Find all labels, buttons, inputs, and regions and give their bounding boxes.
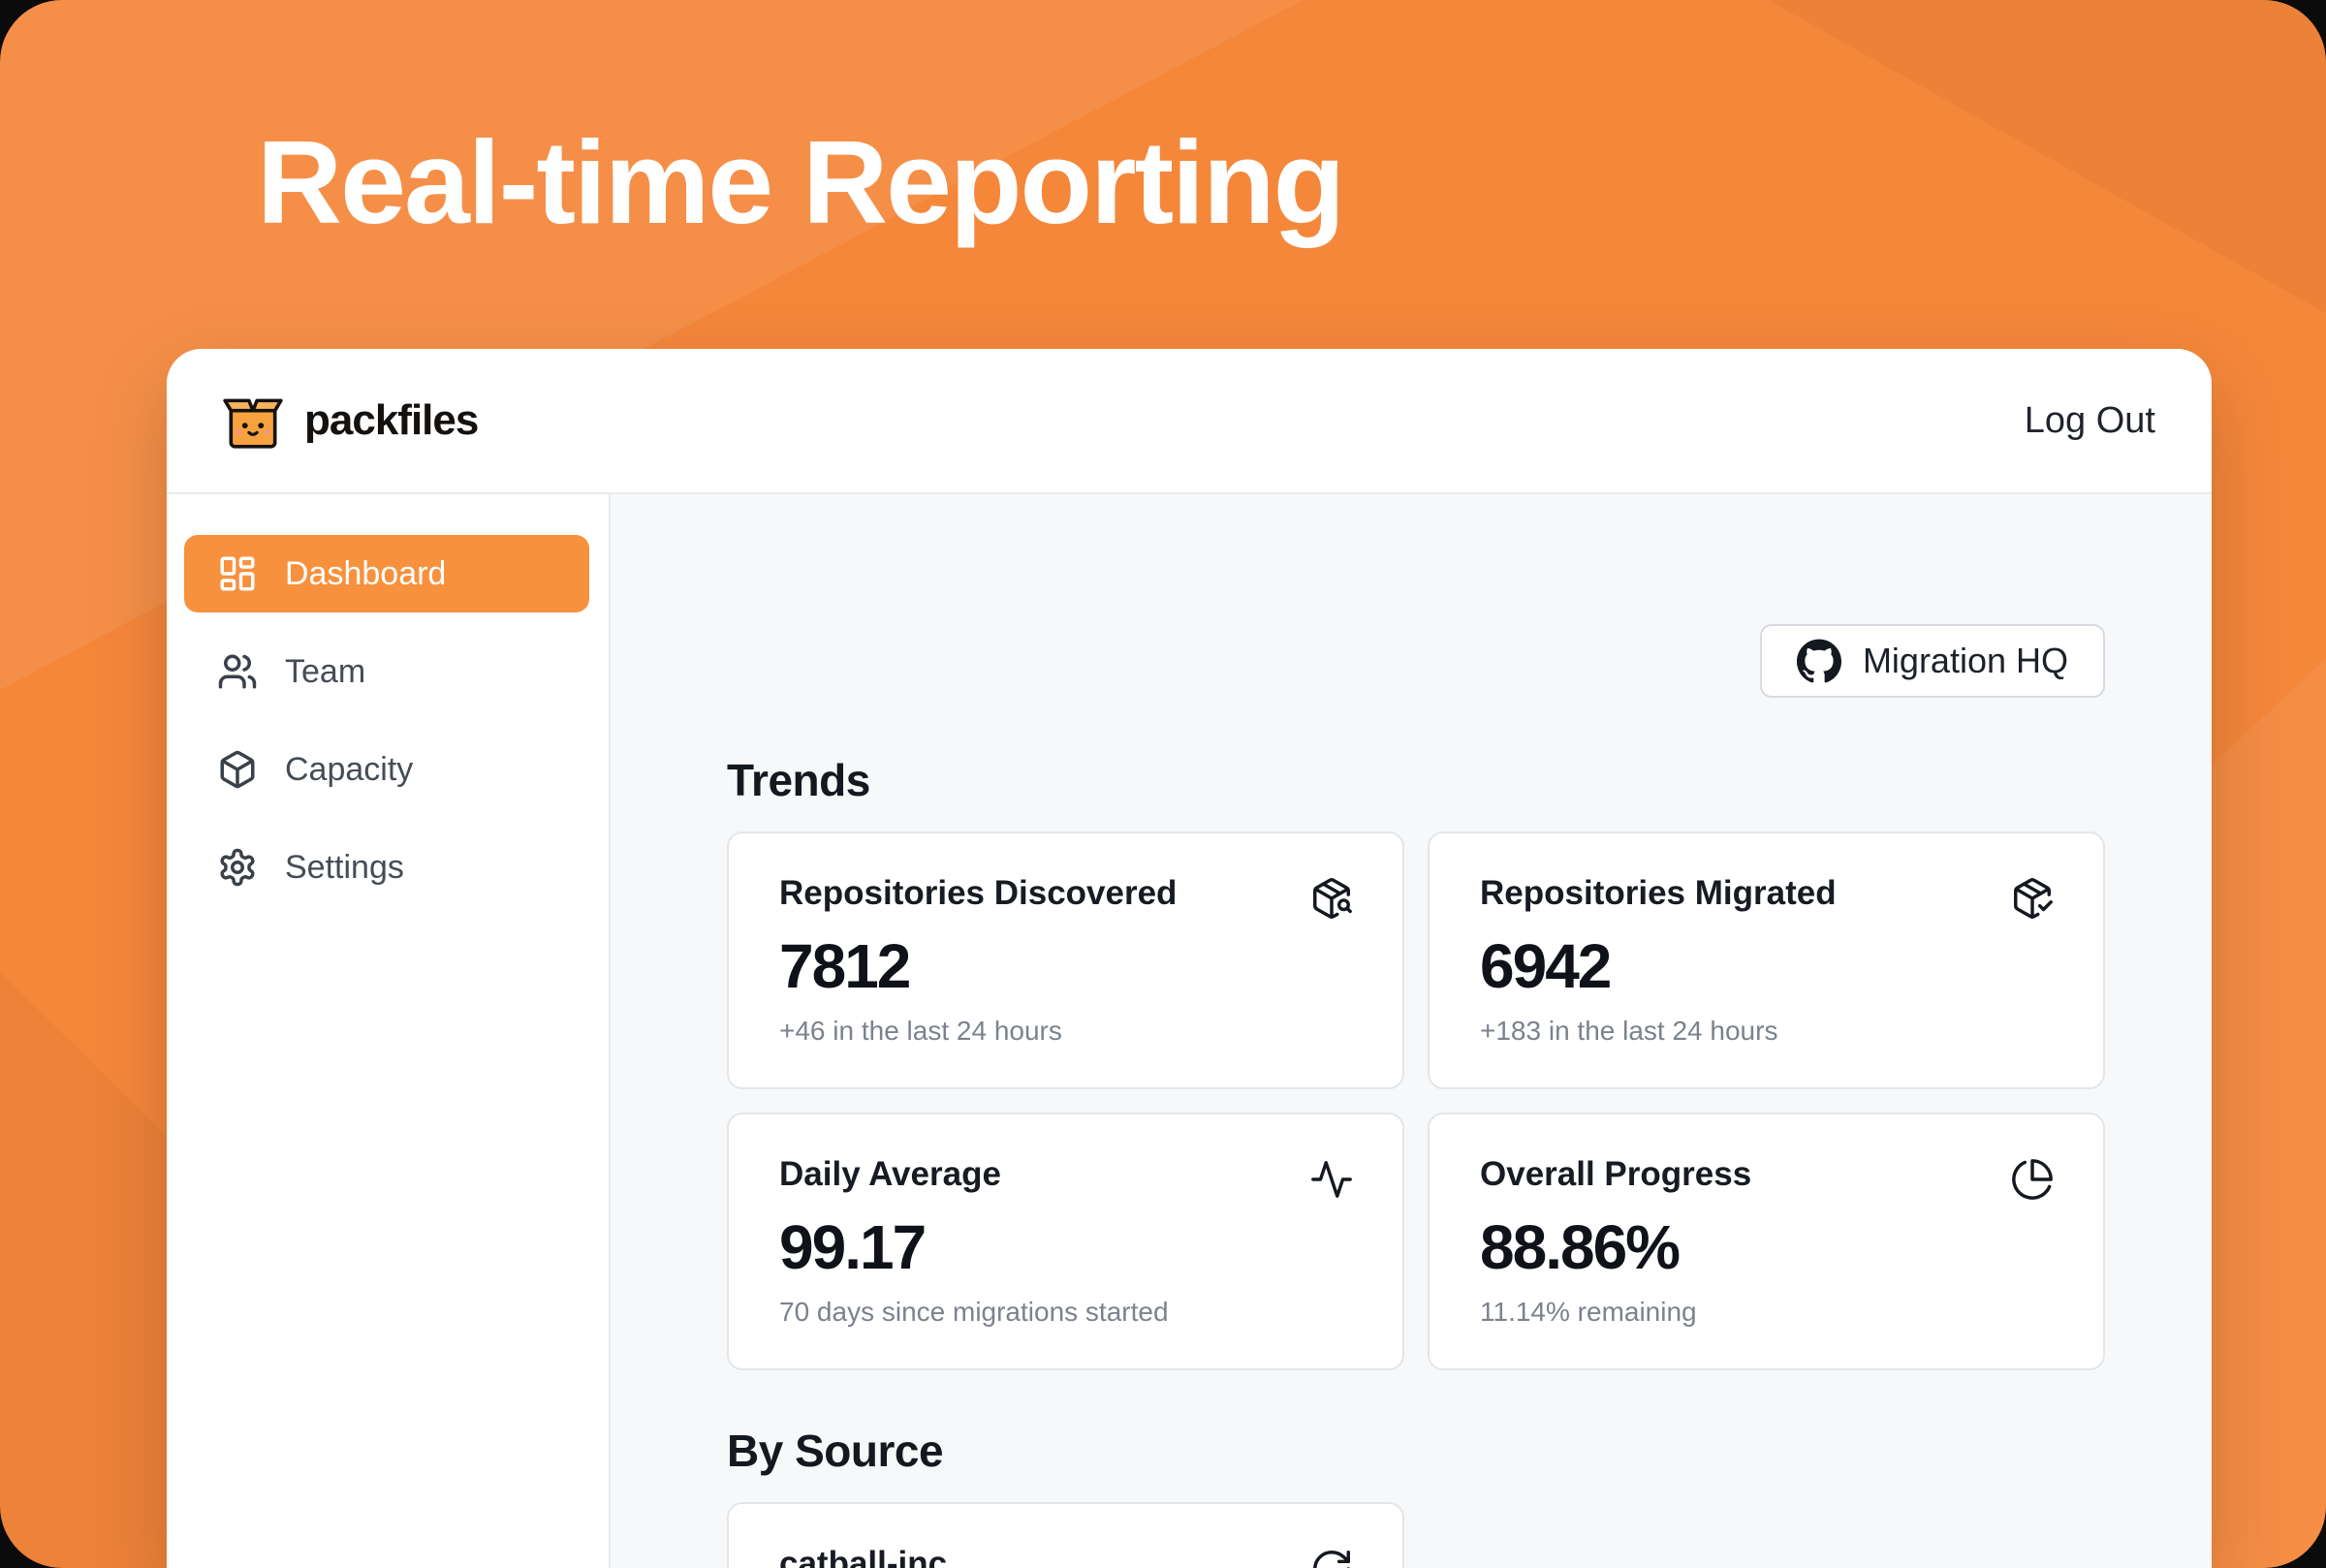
card-value: 6942 bbox=[1480, 930, 2053, 1002]
sidebar: Dashboard Team Capacity bbox=[167, 494, 611, 1568]
card-value: 99.17 bbox=[779, 1211, 1352, 1283]
packfiles-logo-icon bbox=[221, 389, 285, 453]
stat-card-repositories-migrated: Repositories Migrated 6942 +183 in the l… bbox=[1428, 831, 2105, 1089]
sidebar-item-dashboard[interactable]: Dashboard bbox=[184, 535, 589, 612]
migration-hq-button[interactable]: Migration HQ bbox=[1760, 624, 2105, 698]
page-title: Real-time Reporting bbox=[257, 114, 1343, 250]
repo-sync-icon bbox=[1309, 1547, 1354, 1568]
card-title: Repositories Discovered bbox=[779, 874, 1352, 913]
card-title: Daily Average bbox=[779, 1155, 1352, 1194]
card-title: catball-inc bbox=[779, 1545, 1352, 1568]
migration-hq-label: Migration HQ bbox=[1863, 641, 2068, 681]
source-card-catball-inc: catball-inc 7812 6942 completed bbox=[727, 1502, 1404, 1568]
team-icon bbox=[217, 651, 258, 692]
package-icon bbox=[217, 749, 258, 790]
sidebar-item-team[interactable]: Team bbox=[184, 633, 589, 710]
by-source-grid: catball-inc 7812 6942 completed bbox=[727, 1502, 2105, 1568]
trends-grid: Repositories Discovered 7812 +46 in the … bbox=[727, 831, 2105, 1370]
card-value: 7812 bbox=[779, 930, 1352, 1002]
package-search-icon bbox=[1309, 876, 1354, 921]
app-header: packfiles Log Out bbox=[167, 349, 2212, 494]
dashboard-grid-icon bbox=[217, 553, 258, 594]
package-check-icon bbox=[2010, 876, 2055, 921]
by-source-heading: By Source bbox=[727, 1425, 2105, 1477]
app-window: packfiles Log Out Dashboard Team bbox=[167, 349, 2212, 1568]
gear-icon bbox=[217, 847, 258, 888]
sidebar-item-label: Settings bbox=[285, 849, 404, 887]
sidebar-item-capacity[interactable]: Capacity bbox=[184, 731, 589, 808]
stat-card-daily-average: Daily Average 99.17 70 days since migrat… bbox=[727, 1113, 1404, 1370]
pie-chart-icon bbox=[2010, 1157, 2055, 1202]
logout-button[interactable]: Log Out bbox=[2025, 400, 2155, 442]
sidebar-item-settings[interactable]: Settings bbox=[184, 829, 589, 906]
brand: packfiles bbox=[221, 389, 478, 453]
stat-card-repositories-discovered: Repositories Discovered 7812 +46 in the … bbox=[727, 831, 1404, 1089]
trends-heading: Trends bbox=[727, 754, 2105, 806]
stat-card-overall-progress: Overall Progress 88.86% 11.14% remaining bbox=[1428, 1113, 2105, 1370]
activity-icon bbox=[1309, 1157, 1354, 1202]
main-content: Migration HQ Trends Repositories Discove… bbox=[611, 494, 2212, 1568]
card-subtext: 11.14% remaining bbox=[1480, 1297, 2053, 1328]
card-title: Overall Progress bbox=[1480, 1155, 2053, 1194]
card-subtext: +183 in the last 24 hours bbox=[1480, 1016, 2053, 1047]
card-subtext: +46 in the last 24 hours bbox=[779, 1016, 1352, 1047]
sidebar-item-label: Team bbox=[285, 653, 365, 691]
github-icon bbox=[1797, 639, 1841, 683]
brand-name: packfiles bbox=[304, 396, 478, 445]
card-value: 88.86% bbox=[1480, 1211, 2053, 1283]
screenshot-canvas: Real-time Reporting packfiles bbox=[0, 0, 2326, 1568]
card-subtext: 70 days since migrations started bbox=[779, 1297, 1352, 1328]
sidebar-item-label: Dashboard bbox=[285, 555, 446, 593]
card-title: Repositories Migrated bbox=[1480, 874, 2053, 913]
sidebar-item-label: Capacity bbox=[285, 751, 413, 789]
